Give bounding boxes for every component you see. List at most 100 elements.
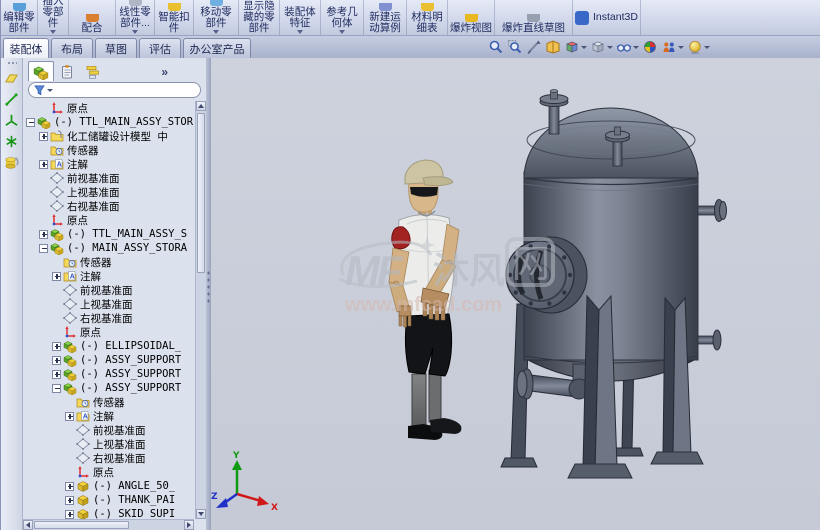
toolbar-button[interactable]: 材料明细表: [407, 0, 448, 35]
ribbon-tab[interactable]: 评估: [139, 38, 181, 58]
scroll-down-button[interactable]: [196, 509, 206, 519]
toolbar-button[interactable]: 装配体特征: [280, 0, 321, 35]
scrollbar-thumb[interactable]: [197, 113, 205, 273]
chevron-down-icon[interactable]: [633, 45, 639, 49]
tree-expand-toggle[interactable]: [65, 509, 74, 519]
tree-expand-toggle[interactable]: [65, 481, 74, 491]
tree-item[interactable]: 前视基准面: [23, 283, 194, 297]
reference-geometry-button[interactable]: [3, 132, 21, 150]
panel-tab[interactable]: [28, 61, 54, 81]
tree-expand-toggle[interactable]: [52, 341, 61, 351]
toolbar-button[interactable]: 爆炸直线草图: [495, 0, 573, 35]
chevron-down-icon[interactable]: [297, 30, 303, 34]
tree-expand-toggle[interactable]: [39, 243, 48, 253]
toolbar-button[interactable]: 智能扣件: [155, 0, 194, 35]
tree-filter-input[interactable]: [28, 82, 201, 98]
tree-item[interactable]: 传感器: [23, 255, 194, 269]
tree-expand-toggle[interactable]: [52, 383, 61, 393]
chevron-down-icon[interactable]: [50, 30, 56, 34]
tree-item[interactable]: 原点: [23, 213, 194, 227]
tree-item[interactable]: (-) THANK_PAI: [23, 493, 194, 507]
tree-item[interactable]: 原点: [23, 325, 194, 339]
view-tool-button[interactable]: [642, 39, 658, 55]
tree-vertical-scrollbar[interactable]: [195, 101, 206, 519]
ribbon-tab[interactable]: 装配体: [3, 38, 49, 58]
chevron-down-icon[interactable]: [581, 45, 587, 49]
view-tool-button[interactable]: [545, 39, 561, 55]
view-tool-button[interactable]: [590, 39, 613, 55]
reference-geometry-button[interactable]: [3, 90, 21, 108]
tree-item[interactable]: 右视基准面: [23, 199, 194, 213]
tree-item[interactable]: 注解: [23, 409, 194, 423]
tree-item[interactable]: (-) ELLIPSOIDAL_: [23, 339, 194, 353]
tree-item[interactable]: 传感器: [23, 143, 194, 157]
reference-geometry-button[interactable]: [3, 153, 21, 171]
scroll-right-button[interactable]: [184, 520, 194, 530]
scroll-left-button[interactable]: [23, 520, 33, 530]
tree-item[interactable]: 原点: [23, 101, 194, 115]
tree-expand-toggle[interactable]: [52, 369, 61, 379]
toolbar-button[interactable]: 线性零部件...: [116, 0, 155, 35]
toolbar-button[interactable]: 插入零部件: [38, 0, 69, 35]
tree-item[interactable]: (-) ASSY_SUPPORT: [23, 367, 194, 381]
tree-item[interactable]: 上视基准面: [23, 185, 194, 199]
toolbar-button[interactable]: 新建运动算例: [364, 0, 407, 35]
view-tool-button[interactable]: [616, 39, 639, 55]
view-tool-button[interactable]: [526, 39, 542, 55]
tree-item[interactable]: 前视基准面: [23, 171, 194, 185]
view-tool-button[interactable]: [687, 39, 710, 55]
chevron-down-icon[interactable]: [607, 45, 613, 49]
human-figure-model[interactable]: [388, 159, 462, 440]
tree-item[interactable]: (-) TTL_MAIN_ASSY_S: [23, 227, 194, 241]
chevron-down-icon[interactable]: [213, 30, 219, 34]
tree-expand-toggle[interactable]: [65, 495, 74, 505]
tree-item[interactable]: (-) ASSY_SUPPORT: [23, 381, 194, 395]
toolbar-button[interactable]: 参考几何体: [321, 0, 364, 35]
scrollbar-thumb[interactable]: [34, 521, 129, 529]
chevron-down-icon[interactable]: [678, 45, 684, 49]
chevron-down-icon[interactable]: [339, 30, 345, 34]
tree-expand-toggle[interactable]: [65, 411, 74, 421]
view-tool-button[interactable]: [507, 39, 523, 55]
tree-expand-toggle[interactable]: [39, 229, 48, 239]
tree-item[interactable]: 原点: [23, 465, 194, 479]
tree-item[interactable]: (-) ASSY_SUPPORT: [23, 353, 194, 367]
tree-item[interactable]: 右视基准面: [23, 451, 194, 465]
view-tool-button[interactable]: [564, 39, 587, 55]
reference-geometry-button[interactable]: [3, 69, 21, 87]
panel-tab[interactable]: [80, 61, 106, 81]
tree-item[interactable]: 传感器: [23, 395, 194, 409]
tree-item[interactable]: (-) TTL_MAIN_ASSY_STOR: [23, 115, 194, 129]
tree-item[interactable]: (-) MAIN_ASSY_STORA: [23, 241, 194, 255]
toolbar-button[interactable]: Instant3D: [573, 0, 641, 35]
toolbar-button[interactable]: 编辑零部件: [1, 0, 38, 35]
view-tool-button[interactable]: [661, 39, 684, 55]
tree-expand-toggle[interactable]: [39, 131, 48, 141]
graphics-viewport[interactable]: Y X Z MF 沐风 网 www.mfcad.com: [211, 58, 820, 530]
ribbon-tab[interactable]: 布局: [51, 38, 93, 58]
toolbar-button[interactable]: 爆炸视图: [448, 0, 495, 35]
tree-item[interactable]: 前视基准面: [23, 423, 194, 437]
ribbon-tab[interactable]: 草图: [95, 38, 137, 58]
tree-item[interactable]: 上视基准面: [23, 437, 194, 451]
tree-item[interactable]: 注解: [23, 269, 194, 283]
panel-expand-button[interactable]: »: [161, 63, 168, 81]
tree-expand-toggle[interactable]: [26, 117, 35, 127]
panel-tab[interactable]: [54, 61, 80, 81]
tree-item[interactable]: 右视基准面: [23, 311, 194, 325]
reference-geometry-button[interactable]: [3, 111, 21, 129]
view-tool-button[interactable]: [488, 39, 504, 55]
tree-expand-toggle[interactable]: [52, 271, 61, 281]
toolbar-button[interactable]: 显示隐藏的零部件: [239, 0, 280, 35]
tree-item[interactable]: (-) ANGLE_50_: [23, 479, 194, 493]
scroll-up-button[interactable]: [196, 101, 206, 111]
chevron-down-icon[interactable]: [132, 30, 138, 34]
tree-item[interactable]: 上视基准面: [23, 297, 194, 311]
tree-item[interactable]: 注解: [23, 157, 194, 171]
toolbar-drag-handle[interactable]: [6, 61, 17, 65]
ribbon-tab[interactable]: 办公室产品: [183, 38, 251, 58]
tree-expand-toggle[interactable]: [52, 355, 61, 365]
model-scene[interactable]: Y X Z: [211, 58, 820, 530]
tree-item[interactable]: 化工储罐设计模型 中: [23, 129, 194, 143]
chevron-down-icon[interactable]: [47, 88, 53, 92]
